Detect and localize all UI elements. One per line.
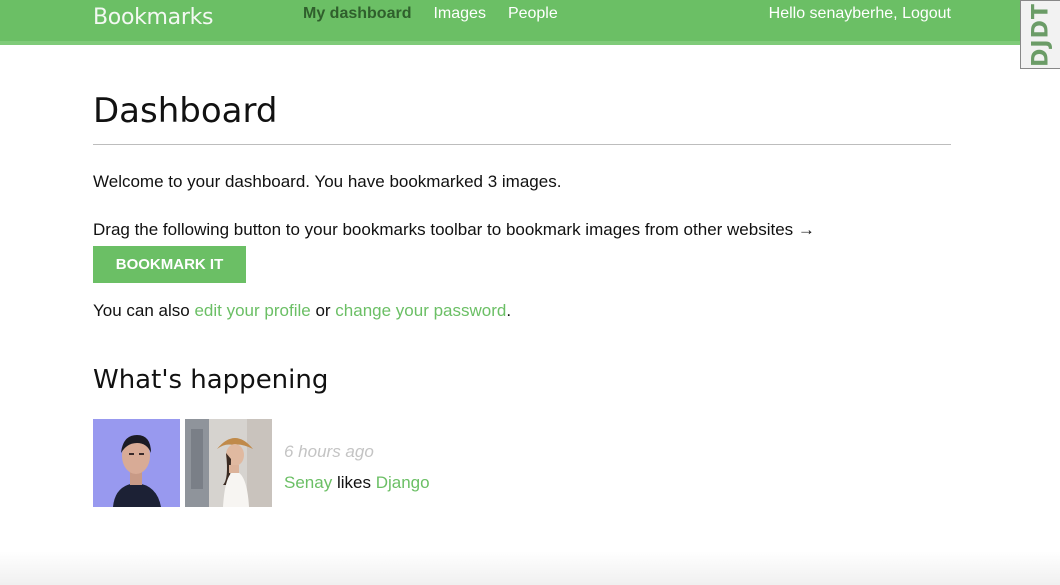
activity-description: Senay likes Django: [284, 472, 430, 494]
nav-item-people: People: [508, 5, 558, 23]
also-middle: or: [315, 301, 331, 320]
logout-link[interactable]: Logout: [902, 5, 951, 22]
activity-heading: What's happening: [93, 365, 329, 395]
nav-item-dashboard: My dashboard: [303, 5, 411, 23]
page-title: Dashboard: [93, 88, 951, 145]
drag-instructions: Drag the following button to your bookma…: [93, 220, 815, 239]
main-nav: My dashboard Images People: [303, 5, 558, 23]
also-prefix: You can also: [93, 301, 190, 320]
top-navbar: Bookmarks My dashboard Images People Hel…: [0, 0, 1060, 45]
nav-item-images: Images: [433, 5, 485, 23]
image-photo-icon: [185, 419, 272, 507]
debug-toolbar-handle[interactable]: DJDT: [1020, 0, 1060, 69]
liked-image-thumbnail[interactable]: [185, 419, 272, 507]
main-content: Dashboard Welcome to your dashboard. You…: [93, 88, 951, 507]
user-area: Hello senayberhe, Logout: [769, 5, 951, 23]
change-password-link[interactable]: change your password: [335, 301, 506, 320]
debug-toolbar-label: DJDT: [1028, 2, 1053, 67]
bookmark-it-button[interactable]: BOOKMARK IT: [93, 246, 246, 283]
activity-timestamp: 6 hours ago: [284, 442, 374, 461]
edit-profile-link[interactable]: edit your profile: [194, 301, 310, 320]
nav-link-people[interactable]: People: [508, 5, 558, 22]
activity-details: 6 hours ago Senay likes Django: [284, 419, 430, 494]
nav-link-images[interactable]: Images: [433, 5, 485, 22]
site-logo[interactable]: Bookmarks: [93, 5, 214, 30]
activity-item: 6 hours ago Senay likes Django: [93, 419, 951, 507]
profile-links-text: You can also edit your profile or change…: [93, 300, 951, 322]
activity-target-link[interactable]: Django: [376, 473, 430, 492]
welcome-text: Welcome to your dashboard. You have book…: [93, 172, 562, 191]
nav-link-dashboard[interactable]: My dashboard: [303, 5, 411, 22]
portrait-photo-icon: [93, 419, 180, 507]
user-avatar-image[interactable]: [93, 419, 180, 507]
user-greeting: Hello senayberhe,: [768, 5, 898, 22]
activity-verb: likes: [336, 473, 371, 492]
page-bottom-shade: [0, 551, 1060, 585]
activity-user-link[interactable]: Senay: [284, 473, 332, 492]
also-suffix: .: [506, 301, 512, 320]
